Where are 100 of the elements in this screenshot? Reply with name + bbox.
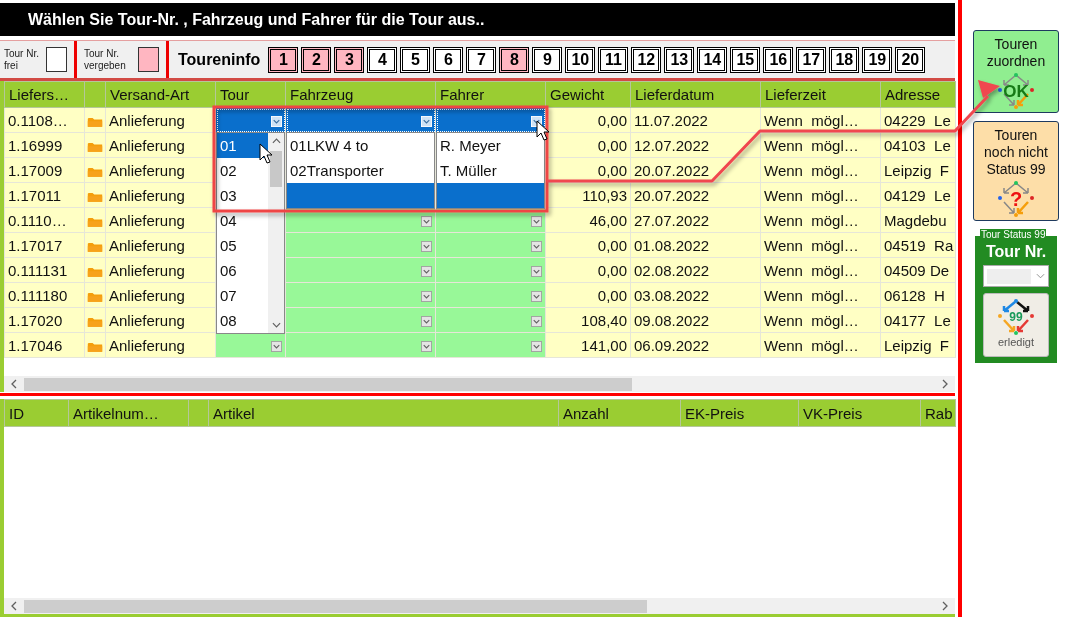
column-header[interactable]: Artikel: [208, 399, 559, 427]
scroll-right-icon[interactable]: [941, 601, 949, 611]
dropdown-cell[interactable]: [285, 307, 436, 333]
column-header[interactable]: Versand-Art: [105, 81, 216, 108]
dropdown-cell[interactable]: [435, 282, 546, 308]
tour-number-button[interactable]: 10: [565, 46, 596, 73]
table-cell: 1.16999: [4, 132, 85, 158]
tour-number-button[interactable]: 7: [466, 46, 497, 73]
folder-icon[interactable]: [87, 316, 103, 328]
table-cell: Anlieferung: [105, 332, 216, 358]
side-button[interactable]: Touren noch nicht Status 99 ?: [973, 121, 1059, 221]
dropdown-cell[interactable]: [435, 232, 546, 258]
folder-icon[interactable]: [87, 216, 103, 228]
column-header[interactable]: Liefers…: [4, 81, 85, 108]
column-header[interactable]: Tour: [215, 81, 286, 108]
tour-number-button[interactable]: 11: [598, 46, 629, 73]
scroll-right-icon[interactable]: [941, 379, 949, 389]
tour-number-button[interactable]: 20: [895, 46, 926, 73]
scroll-thumb[interactable]: [270, 151, 282, 187]
table-cell: Anlieferung: [105, 307, 216, 333]
arrows-icon: [996, 180, 1036, 218]
tour-number-button[interactable]: 18: [829, 46, 860, 73]
table-cell: Wenn mögl…: [760, 257, 881, 283]
column-header[interactable]: Anzahl: [558, 399, 681, 427]
dropdown-cell[interactable]: [435, 332, 546, 358]
tour-number-button[interactable]: 12: [631, 46, 662, 73]
column-header[interactable]: Artikelnum…: [68, 399, 189, 427]
dropdown-cell[interactable]: [285, 332, 436, 358]
tour-number-button[interactable]: 8: [499, 46, 530, 73]
tour-number-button[interactable]: 15: [730, 46, 761, 73]
column-header[interactable]: Adresse: [880, 81, 956, 108]
tour-number-button[interactable]: 4: [367, 46, 398, 73]
tour-number-button[interactable]: 14: [697, 46, 728, 73]
done-button[interactable]: 99 erledigt: [983, 293, 1049, 357]
dropdown-option[interactable]: T. Müller: [437, 158, 544, 183]
folder-icon[interactable]: [87, 141, 103, 153]
tour-number-button[interactable]: 1: [268, 46, 299, 73]
dropdown-cell[interactable]: [435, 257, 546, 283]
table-cell: 108,40: [545, 307, 631, 333]
table-cell: 20.07.2022: [630, 182, 761, 208]
table-cell: 0.111131: [4, 257, 85, 283]
table-cell: Wenn mögl…: [760, 182, 881, 208]
folder-icon[interactable]: [87, 266, 103, 278]
group-title: Tour Status 99: [980, 229, 1047, 241]
column-header[interactable]: Lieferzeit: [760, 81, 881, 108]
horizontal-scrollbar[interactable]: [4, 598, 955, 614]
table-cell: 03.08.2022: [630, 282, 761, 308]
scroll-left-icon[interactable]: [10, 601, 18, 611]
dropdown-option[interactable]: R. Meyer: [437, 133, 544, 158]
arrows-icon: [996, 298, 1036, 336]
table-cell: Wenn mögl…: [760, 232, 881, 258]
table-cell: Anlieferung: [105, 232, 216, 258]
dropdown-option[interactable]: 02Transporter: [287, 158, 434, 183]
table-cell: 01.08.2022: [630, 232, 761, 258]
scroll-left-icon[interactable]: [10, 379, 18, 389]
folder-icon[interactable]: [87, 166, 103, 178]
dropdown-cell[interactable]: [285, 232, 436, 258]
scroll-thumb[interactable]: [24, 377, 632, 391]
icon-text: OK: [1003, 82, 1029, 100]
tour-number-button[interactable]: 13: [664, 46, 695, 73]
scroll-down-icon[interactable]: [271, 321, 281, 329]
side-button[interactable]: Touren zuordnen OK: [973, 30, 1059, 113]
folder-icon[interactable]: [87, 241, 103, 253]
column-header[interactable]: Rab: [920, 399, 956, 427]
column-header[interactable]: Fahrzeug: [285, 81, 436, 108]
tour-number-button[interactable]: 6: [433, 46, 464, 73]
tour-number-button[interactable]: 9: [532, 46, 563, 73]
dropdown-option[interactable]: 01: [217, 133, 268, 158]
horizontal-scrollbar[interactable]: [4, 376, 955, 392]
tour-number-button[interactable]: 16: [763, 46, 794, 73]
table-cell: 0,00: [545, 232, 631, 258]
dropdown-cell[interactable]: [285, 257, 436, 283]
tour-number-button[interactable]: 5: [400, 46, 431, 73]
table-cell: 0,00: [545, 282, 631, 308]
column-header[interactable]: EK-Preis: [680, 399, 799, 427]
table-cell: 0,00: [545, 257, 631, 283]
table-cell: 27.07.2022: [630, 207, 761, 233]
column-header[interactable]: Gewicht: [545, 81, 631, 108]
folder-icon[interactable]: [87, 341, 103, 353]
tour-number-button[interactable]: 17: [796, 46, 827, 73]
table-cell: 09.08.2022: [630, 307, 761, 333]
tour-number-button[interactable]: 3: [334, 46, 365, 73]
tour-number-button[interactable]: 2: [301, 46, 332, 73]
folder-icon[interactable]: [87, 191, 103, 203]
toureninfo-label: Toureninfo: [178, 50, 261, 69]
dropdown-cell[interactable]: [435, 307, 546, 333]
scroll-up-icon[interactable]: [271, 137, 281, 145]
column-header[interactable]: Lieferdatum: [630, 81, 761, 108]
dropdown-cell[interactable]: [285, 282, 436, 308]
dropdown-option[interactable]: 01LKW 4 to: [287, 133, 434, 158]
tour-number-button[interactable]: 19: [862, 46, 893, 73]
column-header[interactable]: ID: [4, 399, 69, 427]
scroll-thumb[interactable]: [24, 599, 647, 613]
folder-icon[interactable]: [87, 291, 103, 303]
legend-label: Tour Nr. vergeben: [84, 47, 127, 72]
column-header[interactable]: Fahrer: [435, 81, 546, 108]
folder-icon[interactable]: [87, 116, 103, 128]
vertical-scrollbar[interactable]: [268, 133, 284, 333]
column-header[interactable]: VK-Preis: [798, 399, 921, 427]
table-cell: Wenn mögl…: [760, 282, 881, 308]
